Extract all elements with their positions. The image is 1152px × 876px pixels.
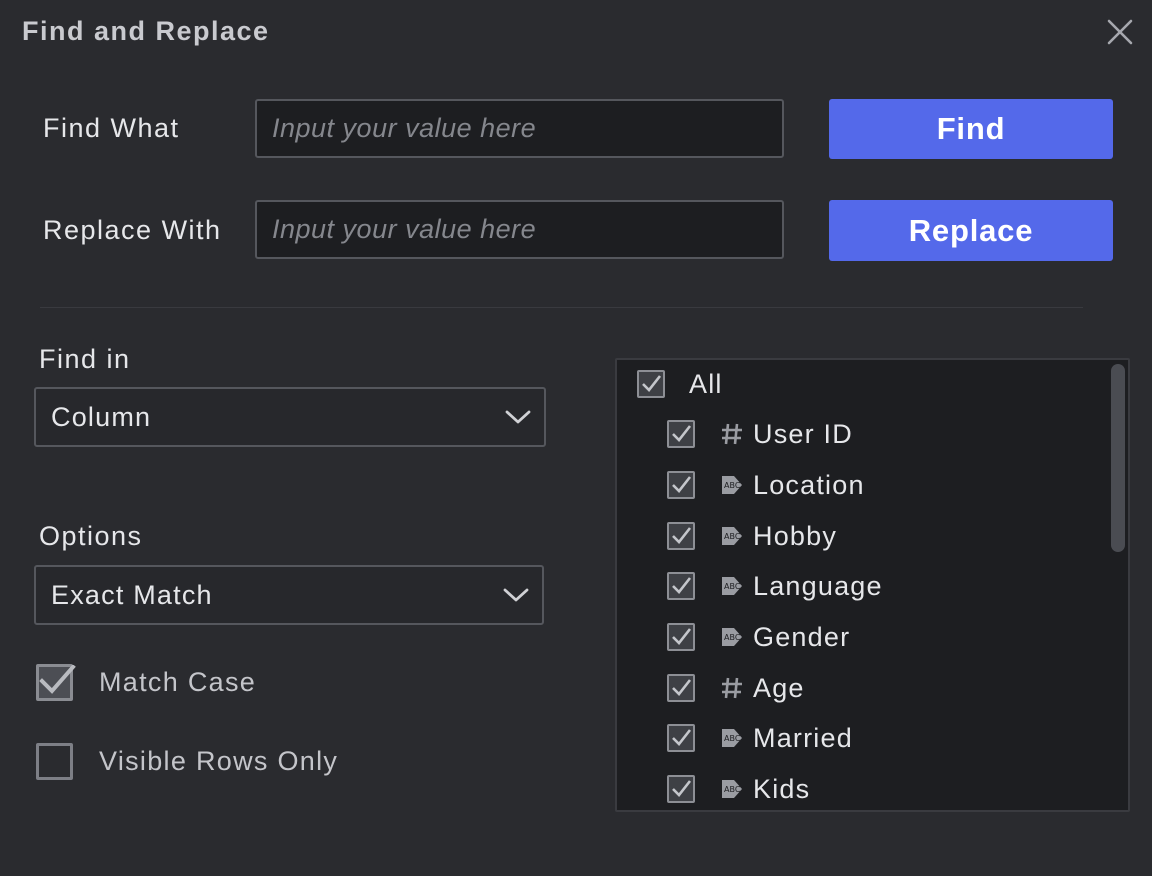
visible-rows-only-box bbox=[36, 743, 73, 780]
svg-text:ABC: ABC bbox=[724, 734, 741, 743]
find-what-input[interactable] bbox=[255, 99, 784, 158]
checkmark-icon bbox=[672, 527, 692, 544]
column-checkbox bbox=[667, 775, 695, 803]
column-label: Age bbox=[753, 672, 805, 703]
replace-button[interactable]: Replace bbox=[829, 200, 1113, 261]
column-label: Location bbox=[753, 469, 865, 500]
checkmark-icon bbox=[672, 780, 692, 797]
visible-rows-only-label: Visible Rows Only bbox=[99, 746, 339, 776]
chevron-down-icon bbox=[503, 588, 529, 602]
column-item-all[interactable]: All bbox=[637, 364, 723, 404]
close-button[interactable] bbox=[1100, 12, 1140, 52]
scrollbar-thumb[interactable] bbox=[1111, 364, 1125, 552]
svg-text:ABC: ABC bbox=[724, 481, 741, 490]
hash-icon bbox=[717, 419, 747, 449]
column-label: Language bbox=[753, 570, 883, 601]
visible-rows-only-checkbox[interactable]: Visible Rows Only bbox=[36, 743, 338, 780]
options-selected: Exact Match bbox=[51, 579, 213, 610]
text-tag-icon: ABC bbox=[717, 470, 747, 500]
close-icon bbox=[1107, 19, 1133, 45]
column-item-gender[interactable]: ABC Gender bbox=[667, 617, 850, 657]
find-replace-dialog: Find and Replace Find What Find Replace … bbox=[0, 0, 1152, 876]
column-item-user-id[interactable]: User ID bbox=[667, 414, 853, 454]
column-checkbox bbox=[667, 471, 695, 499]
column-checkbox bbox=[667, 674, 695, 702]
chevron-down-icon bbox=[505, 410, 531, 424]
column-label: Kids bbox=[753, 773, 811, 804]
checkmark-icon bbox=[672, 577, 692, 594]
column-item-location[interactable]: ABC Location bbox=[667, 465, 865, 505]
replace-with-label: Replace With bbox=[43, 215, 222, 245]
svg-text:ABC: ABC bbox=[724, 532, 741, 541]
checkmark-icon bbox=[672, 425, 692, 442]
text-tag-icon: ABC bbox=[717, 723, 747, 753]
checkbox-all bbox=[637, 370, 665, 398]
column-checkbox bbox=[667, 724, 695, 752]
section-divider bbox=[40, 307, 1083, 308]
column-item-married[interactable]: ABC Married bbox=[667, 718, 853, 758]
column-checkbox bbox=[667, 420, 695, 448]
column-label-all: All bbox=[689, 368, 723, 399]
find-what-label: Find What bbox=[43, 113, 180, 143]
find-in-dropdown[interactable]: Column bbox=[34, 387, 546, 447]
checkmark-icon bbox=[672, 729, 692, 746]
find-in-label: Find in bbox=[39, 344, 131, 374]
svg-text:ABC: ABC bbox=[724, 582, 741, 591]
text-tag-icon: ABC bbox=[717, 521, 747, 551]
column-checkbox bbox=[667, 623, 695, 651]
column-list-scrollbar[interactable] bbox=[1108, 362, 1128, 808]
hash-icon bbox=[717, 673, 747, 703]
column-item-kids[interactable]: ABC Kids bbox=[667, 769, 810, 809]
column-item-language[interactable]: ABC Language bbox=[667, 566, 883, 606]
text-tag-icon: ABC bbox=[717, 571, 747, 601]
find-in-selected: Column bbox=[51, 401, 152, 432]
match-case-label: Match Case bbox=[99, 667, 257, 697]
match-case-box bbox=[36, 664, 76, 701]
options-label: Options bbox=[39, 521, 143, 551]
checkmark-icon bbox=[642, 375, 662, 392]
column-label: Hobby bbox=[753, 520, 838, 551]
checkmark-icon bbox=[672, 476, 692, 493]
checkmark-icon bbox=[672, 679, 692, 696]
column-label: Gender bbox=[753, 621, 851, 652]
text-tag-icon: ABC bbox=[717, 774, 747, 804]
checkmark-icon bbox=[672, 628, 692, 645]
checkmark-icon bbox=[39, 665, 76, 694]
svg-text:ABC: ABC bbox=[724, 633, 741, 642]
match-case-checkbox[interactable]: Match Case bbox=[36, 664, 256, 701]
text-tag-icon: ABC bbox=[717, 622, 747, 652]
column-checkbox bbox=[667, 572, 695, 600]
column-checkbox bbox=[667, 522, 695, 550]
svg-text:ABC: ABC bbox=[724, 785, 741, 794]
column-item-hobby[interactable]: ABC Hobby bbox=[667, 516, 837, 556]
column-item-age[interactable]: Age bbox=[667, 668, 805, 708]
column-label: Married bbox=[753, 722, 853, 753]
options-dropdown[interactable]: Exact Match bbox=[34, 565, 544, 625]
find-button[interactable]: Find bbox=[829, 99, 1113, 159]
column-label: User ID bbox=[753, 418, 853, 449]
dialog-title: Find and Replace bbox=[22, 16, 270, 46]
replace-with-input[interactable] bbox=[255, 200, 784, 259]
